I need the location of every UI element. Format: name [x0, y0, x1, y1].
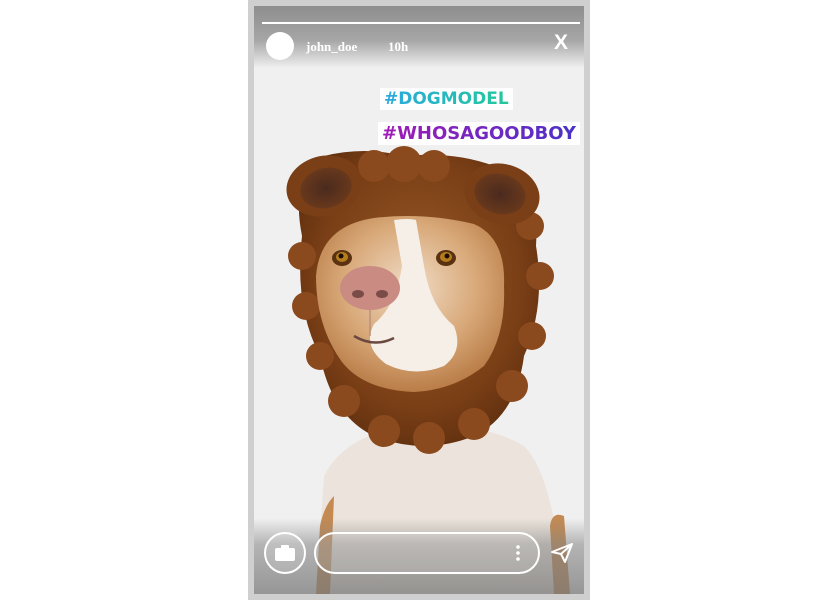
- vertical-dots-icon[interactable]: [516, 545, 520, 561]
- hashtag-text: #DOGMODEL: [384, 89, 509, 109]
- story-progress-bar: [262, 22, 580, 24]
- hashtag-sticker-dogmodel[interactable]: #DOGMODEL: [380, 88, 513, 110]
- reply-input[interactable]: [330, 542, 504, 566]
- hashtag-sticker-whosagoodboy[interactable]: #WHOSAGOODBOY: [378, 122, 580, 145]
- camera-button[interactable]: [264, 532, 306, 574]
- close-button[interactable]: X: [554, 32, 568, 53]
- avatar[interactable]: [266, 32, 294, 60]
- story-timestamp: 10h: [388, 39, 409, 54]
- story-progress-fill: [262, 22, 580, 24]
- paper-plane-icon[interactable]: [550, 542, 574, 564]
- reply-field[interactable]: [314, 532, 540, 574]
- camera-icon: [275, 545, 295, 561]
- username[interactable]: john_doe: [306, 39, 357, 55]
- top-gradient: [254, 6, 584, 68]
- hashtag-text: #WHOSAGOODBOY: [382, 123, 576, 144]
- story-viewer: john_doe 10h X #DOGMODEL #WHOSAGOODBOY: [254, 6, 584, 594]
